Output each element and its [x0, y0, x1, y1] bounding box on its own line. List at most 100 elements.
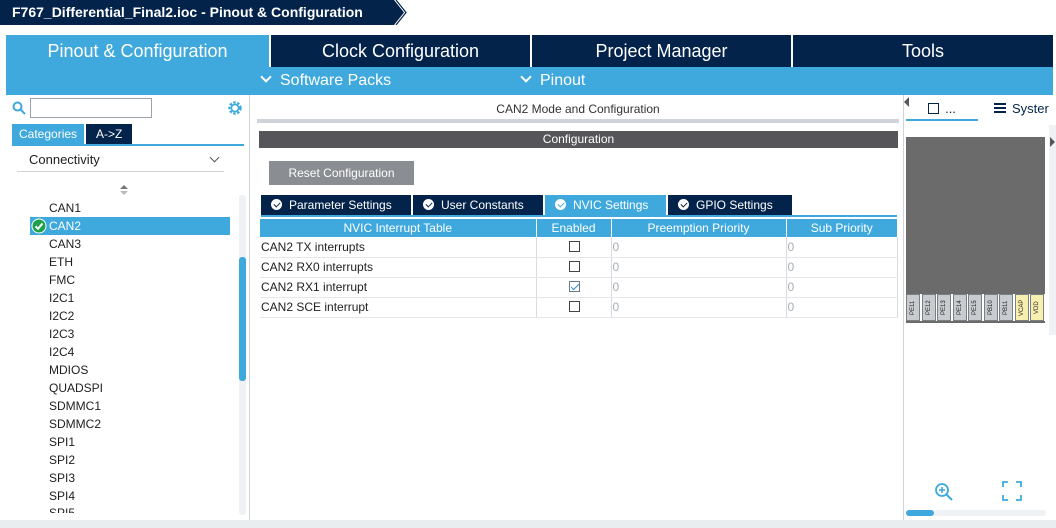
tab-pinout-view[interactable]: ...	[906, 99, 978, 121]
table-row[interactable]: CAN2 SCE interrupt 0 0	[260, 297, 898, 318]
category-tabs: Categories A->Z	[12, 124, 133, 144]
tab-label: GPIO Settings	[696, 198, 773, 212]
peripheral-list: CAN1 CAN2 CAN3 ETH FMC I2C1 I2C2 I2C3 I2…	[30, 199, 230, 513]
pin-row: PE11 PE12 PE13 PE14 PE15 PB10 PB11 VCAP …	[906, 294, 1045, 321]
gear-icon[interactable]	[226, 99, 244, 117]
column-header-sub-priority[interactable]: Sub Priority	[786, 219, 897, 237]
breadcrumb: F767_Differential_Final2.ioc - Pinout & …	[0, 0, 1056, 25]
group-connectivity[interactable]: Connectivity	[17, 148, 224, 172]
list-icon	[994, 103, 1006, 113]
enabled-checkbox[interactable]	[568, 261, 580, 272]
pin[interactable]: PE11	[906, 294, 920, 321]
tab-categories[interactable]: Categories	[12, 124, 85, 144]
interrupt-name: CAN2 RX1 interrupt	[260, 277, 537, 298]
tab-label: ...	[945, 101, 956, 116]
preemption-priority[interactable]: 0	[611, 237, 787, 258]
enabled-cell	[536, 297, 612, 318]
enabled-checkbox[interactable]	[568, 301, 580, 312]
tab-parameter-settings[interactable]: Parameter Settings	[261, 195, 411, 215]
pinout-label: Pinout	[540, 72, 586, 89]
sub-priority[interactable]: 0	[786, 257, 898, 278]
breadcrumb-chevron-icon	[394, 0, 407, 25]
sub-priority[interactable]: 0	[786, 297, 898, 318]
list-item-i2c2[interactable]: I2C2	[30, 307, 230, 325]
pin[interactable]: PE12	[921, 294, 936, 321]
preemption-priority[interactable]: 0	[611, 277, 787, 298]
table-row[interactable]: CAN2 TX interrupts 0 0	[260, 237, 898, 258]
pin[interactable]: PE13	[937, 294, 951, 321]
search-icon	[12, 101, 26, 115]
sort-icon[interactable]	[119, 184, 129, 196]
tab-nvic-settings[interactable]: NVIC Settings	[545, 195, 666, 215]
tab-tools[interactable]: Tools	[793, 35, 1053, 67]
tab-project-manager[interactable]: Project Manager	[532, 35, 793, 67]
reset-configuration-button[interactable]: Reset Configuration	[269, 161, 414, 185]
enabled-checkbox[interactable]	[568, 281, 580, 292]
tab-label: User Constants	[441, 198, 524, 212]
column-header-enabled[interactable]: Enabled	[536, 219, 612, 237]
list-item-can2[interactable]: CAN2	[30, 217, 230, 235]
tab-pinout-configuration[interactable]: Pinout & Configuration	[6, 35, 271, 67]
table-row[interactable]: CAN2 RX0 interrupts 0 0	[260, 257, 898, 278]
list-item-spi3[interactable]: SPI3	[30, 469, 230, 487]
pin[interactable]: VDD	[1030, 294, 1044, 321]
enabled-checkbox[interactable]	[568, 240, 580, 252]
tab-a-z[interactable]: A->Z	[86, 124, 133, 144]
pin[interactable]: PB11	[999, 294, 1013, 321]
fit-screen-icon[interactable]	[1002, 481, 1022, 501]
software-packs-menu[interactable]: Software Packs	[260, 67, 392, 95]
scroll-right-icon[interactable]	[1049, 125, 1056, 335]
list-item-i2c3[interactable]: I2C3	[30, 325, 230, 343]
tab-system-view[interactable]: Syster	[994, 99, 1056, 121]
tab-label: Syster	[1012, 101, 1049, 116]
tab-user-constants[interactable]: User Constants	[413, 195, 543, 215]
list-item-eth[interactable]: ETH	[30, 253, 230, 271]
list-item-spi4[interactable]: SPI4	[30, 487, 230, 505]
tab-label: NVIC Settings	[573, 198, 649, 212]
scrollbar-thumb[interactable]	[906, 510, 934, 516]
chevron-down-icon	[520, 71, 532, 83]
list-item-spi5[interactable]: SPI5	[30, 505, 230, 513]
preemption-priority[interactable]: 0	[611, 257, 787, 278]
tab-gpio-settings[interactable]: GPIO Settings	[668, 195, 792, 215]
interrupt-name: CAN2 RX0 interrupts	[260, 257, 537, 278]
zoom-in-icon[interactable]	[934, 482, 954, 502]
list-item-i2c1[interactable]: I2C1	[30, 289, 230, 307]
list-item-sdmmc2[interactable]: SDMMC2	[30, 415, 230, 433]
column-header-interrupt[interactable]: NVIC Interrupt Table	[260, 219, 537, 237]
enabled-cell	[536, 237, 612, 258]
window-title: F767_Differential_Final2.ioc - Pinout & …	[0, 0, 394, 25]
top-spacer	[0, 25, 1056, 35]
enabled-cell	[536, 277, 612, 298]
sub-priority[interactable]: 0	[786, 237, 898, 258]
tab-clock-configuration[interactable]: Clock Configuration	[271, 35, 532, 67]
list-item-quadspi[interactable]: QUADSPI	[30, 379, 230, 397]
column-header-preemption[interactable]: Preemption Priority	[611, 219, 787, 237]
search-input[interactable]	[30, 98, 152, 118]
tab-label: Parameter Settings	[289, 198, 392, 212]
preemption-priority[interactable]: 0	[611, 297, 787, 318]
interrupt-name: CAN2 TX interrupts	[260, 237, 537, 258]
list-item-spi1[interactable]: SPI1	[30, 433, 230, 451]
list-item-spi2[interactable]: SPI2	[30, 451, 230, 469]
nvic-interrupt-table: NVIC Interrupt Table Enabled Preemption …	[260, 219, 898, 318]
list-item-sdmmc1[interactable]: SDMMC1	[30, 397, 230, 415]
list-item-can1[interactable]: CAN1	[30, 199, 230, 217]
check-circle-icon	[271, 199, 282, 210]
pinout-menu[interactable]: Pinout	[520, 67, 586, 95]
list-item-mdios[interactable]: MDIOS	[30, 361, 230, 379]
sub-priority[interactable]: 0	[786, 277, 898, 298]
pin[interactable]: PE14	[952, 294, 967, 321]
pin[interactable]: PE15	[968, 294, 982, 321]
list-item-i2c4[interactable]: I2C4	[30, 343, 230, 361]
table-row[interactable]: CAN2 RX1 interrupt 0 0	[260, 277, 898, 298]
chevron-down-icon	[260, 71, 272, 83]
software-packs-label: Software Packs	[280, 72, 392, 89]
pin[interactable]: PB10	[983, 294, 998, 321]
pin[interactable]: VCAP	[1014, 294, 1029, 321]
chevron-down-icon[interactable]	[209, 152, 220, 163]
configuration-header: Configuration	[259, 131, 898, 148]
scrollbar-thumb[interactable]	[239, 257, 246, 381]
list-item-fmc[interactable]: FMC	[30, 271, 230, 289]
list-item-can3[interactable]: CAN3	[30, 235, 230, 253]
